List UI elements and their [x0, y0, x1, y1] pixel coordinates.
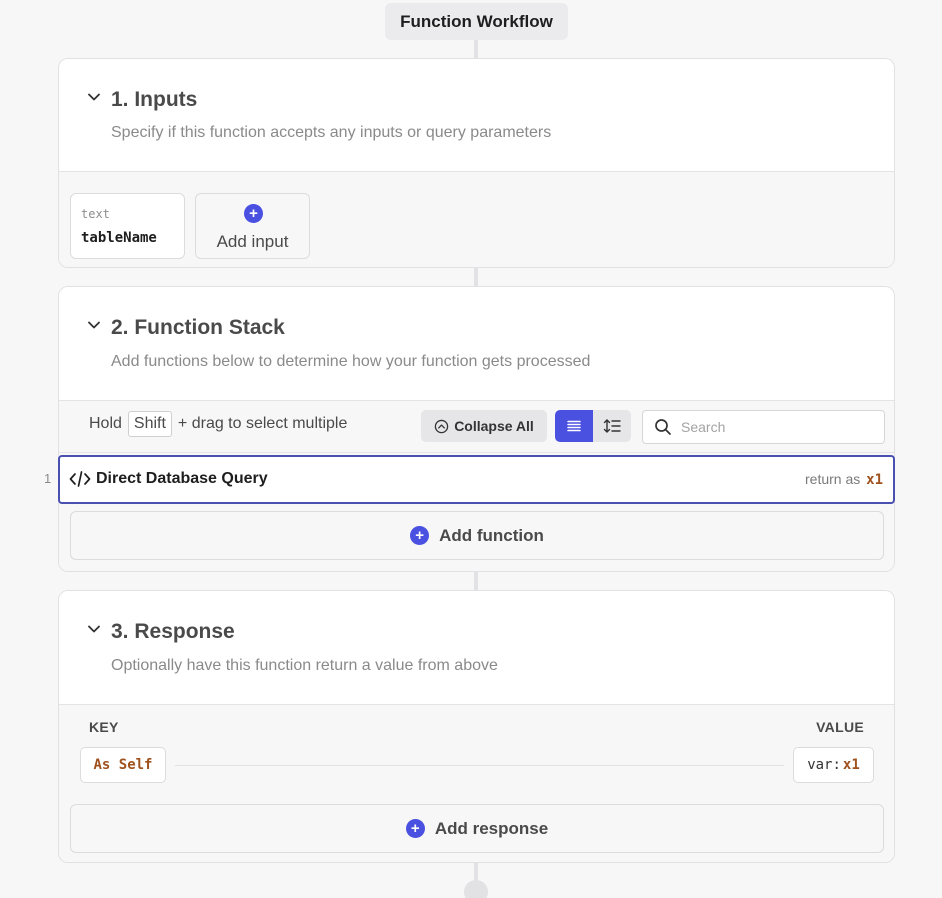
function-name: Direct Database Query: [96, 470, 268, 487]
add-response-label: Add response: [434, 818, 549, 838]
function-search[interactable]: [642, 410, 885, 444]
response-value-var: x1: [842, 757, 860, 773]
function-return: return as x1: [805, 471, 883, 488]
section-title: 2. Function Stack: [111, 316, 285, 339]
section-subtitle: Optionally have this function return a v…: [111, 657, 498, 674]
key-value-connector: [175, 765, 784, 766]
add-input-button[interactable]: + Add input: [195, 193, 310, 259]
sort-view-button[interactable]: [593, 410, 631, 442]
shift-key: Shift: [127, 411, 172, 437]
list-icon: [567, 420, 581, 432]
workflow-connector: [474, 570, 478, 592]
function-line-number: 1: [44, 471, 52, 486]
response-value-prefix: var:: [807, 757, 841, 773]
inputs-header[interactable]: 1. Inputs Specify if this function accep…: [59, 59, 894, 172]
response-card: 3. Response Optionally have this functio…: [58, 590, 895, 863]
workflow-title: Function Workflow: [385, 3, 568, 40]
add-input-label: Add input: [216, 232, 289, 251]
plus-icon: +: [244, 204, 263, 223]
input-type: text: [81, 207, 110, 221]
response-value-chip[interactable]: var: x1: [793, 747, 874, 783]
code-icon: [69, 471, 91, 487]
search-input[interactable]: [681, 415, 876, 439]
function-row[interactable]: Direct Database Query return as x1: [58, 455, 895, 504]
key-column-header: KEY: [89, 719, 119, 735]
section-title: 1. Inputs: [111, 88, 198, 111]
section-subtitle: Add functions below to determine how you…: [111, 353, 591, 370]
response-key: As Self: [93, 757, 153, 773]
plus-icon: +: [405, 819, 425, 838]
workflow-connector: [474, 38, 478, 60]
multi-select-hint: Hold Shift + drag to select multiple: [89, 411, 347, 437]
response-key-chip[interactable]: As Self: [80, 747, 166, 783]
function-stack-card: 2. Function Stack Add functions below to…: [58, 286, 895, 572]
response-header[interactable]: 3. Response Optionally have this functio…: [59, 591, 894, 705]
add-function-label: Add function: [439, 525, 544, 545]
inputs-card: 1. Inputs Specify if this function accep…: [58, 58, 895, 268]
section-subtitle: Specify if this function accepts any inp…: [111, 124, 552, 141]
connector-end-dot: [464, 880, 488, 898]
chevron-down-icon[interactable]: [88, 319, 100, 331]
add-function-button[interactable]: + Add function: [70, 511, 884, 560]
input-chip[interactable]: text tableName: [70, 193, 185, 259]
chevron-up-circle-icon: [434, 419, 449, 433]
sort-icon: [603, 419, 621, 433]
value-column-header: VALUE: [816, 719, 864, 735]
collapse-all-button[interactable]: Collapse All: [421, 410, 547, 442]
hint-prefix: Hold: [89, 415, 122, 432]
return-variable: x1: [866, 472, 883, 488]
collapse-all-label: Collapse All: [454, 418, 534, 434]
search-icon: [655, 419, 671, 435]
inputs-body: text tableName + Add input: [59, 172, 894, 267]
input-name: tableName: [81, 230, 157, 246]
function-stack-header[interactable]: 2. Function Stack Add functions below to…: [59, 287, 894, 401]
chevron-down-icon[interactable]: [88, 623, 100, 635]
response-body: KEY VALUE As Self var: x1 + Add response: [59, 705, 894, 862]
plus-icon: +: [410, 526, 430, 545]
add-response-button[interactable]: + Add response: [70, 804, 884, 853]
hint-suffix: + drag to select multiple: [177, 415, 348, 432]
workflow-connector: [474, 266, 478, 288]
function-stack-toolbar: Hold Shift + drag to select multiple Col…: [59, 401, 894, 453]
return-prefix: return as: [805, 471, 861, 487]
section-title: 3. Response: [111, 620, 235, 643]
chevron-down-icon[interactable]: [88, 91, 100, 103]
list-view-button[interactable]: [555, 410, 593, 442]
